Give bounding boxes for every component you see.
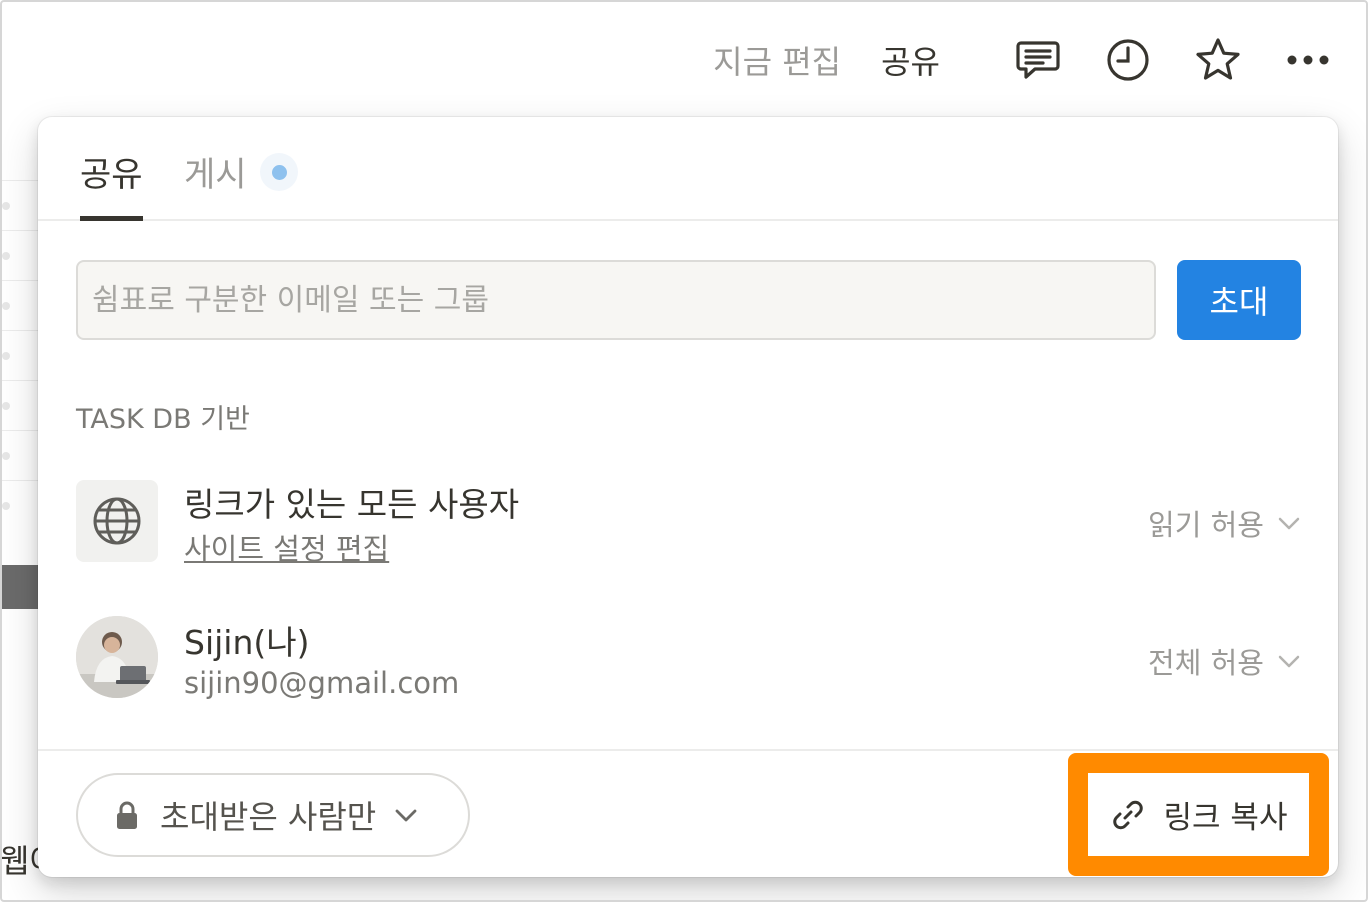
globe-icon	[76, 480, 158, 562]
general-access-dropdown[interactable]: 초대받은 사람만	[76, 773, 470, 857]
permission-dropdown[interactable]: 읽기 허용	[1148, 502, 1302, 544]
background-list	[0, 140, 40, 560]
page-topbar: 지금 편집 공유	[713, 30, 1338, 90]
copy-link-button[interactable]: 링크 복사	[1088, 773, 1309, 856]
background-row	[0, 330, 40, 331]
active-tab-indicator	[80, 216, 143, 221]
tab-share[interactable]: 공유	[80, 147, 143, 196]
clock-icon[interactable]	[1098, 30, 1158, 90]
background-dot	[2, 452, 10, 460]
comment-icon[interactable]	[1008, 30, 1068, 90]
share-tabs: 공유 게시	[38, 117, 1338, 221]
background-dot	[2, 502, 10, 510]
invite-button[interactable]: 초대	[1177, 260, 1301, 340]
link-icon	[1112, 800, 1143, 829]
lock-icon	[117, 801, 137, 829]
background-dot	[2, 252, 10, 260]
edited-status: 지금 편집	[713, 43, 842, 81]
permission-label: 전체 허용	[1148, 646, 1264, 680]
general-access-label: 초대받은 사람만	[160, 798, 377, 836]
chevron-down-icon	[395, 809, 417, 822]
site-settings-link[interactable]: 사이트 설정 편집	[184, 526, 389, 568]
background-dot	[2, 402, 10, 410]
user-email: sijin90@gmail.com	[184, 666, 460, 700]
publish-status-dot	[260, 153, 298, 191]
permission-label: 읽기 허용	[1148, 508, 1264, 542]
chevron-down-icon	[1278, 517, 1300, 530]
permission-dropdown[interactable]: 전체 허용	[1148, 640, 1302, 682]
invite-email-input[interactable]	[76, 260, 1156, 340]
star-icon[interactable]	[1188, 30, 1248, 90]
copy-link-label: 링크 복사	[1163, 800, 1288, 836]
tab-publish[interactable]: 게시	[184, 147, 247, 196]
user-name: Sijin(나)	[184, 623, 310, 662]
background-row	[0, 380, 40, 381]
background-block	[0, 565, 40, 609]
background-dot	[2, 352, 10, 360]
background-row	[0, 280, 40, 281]
more-icon[interactable]	[1278, 30, 1338, 90]
background-row	[0, 180, 40, 181]
background-dot	[2, 202, 10, 210]
entry-title: 링크가 있는 모든 사용자	[184, 485, 520, 524]
share-button[interactable]: 공유	[881, 37, 940, 83]
chevron-down-icon	[1278, 655, 1300, 668]
background-row	[0, 430, 40, 431]
background-row	[0, 480, 40, 481]
access-entry-user: Sijin(나) sijin90@gmail.com 전체 허용	[76, 616, 1302, 702]
background-dot	[2, 302, 10, 310]
background-row	[0, 230, 40, 231]
avatar	[76, 616, 158, 698]
section-label: TASK DB 기반	[76, 404, 250, 435]
access-entry-anyone: 링크가 있는 모든 사용자 사이트 설정 편집 읽기 허용	[76, 478, 1302, 566]
